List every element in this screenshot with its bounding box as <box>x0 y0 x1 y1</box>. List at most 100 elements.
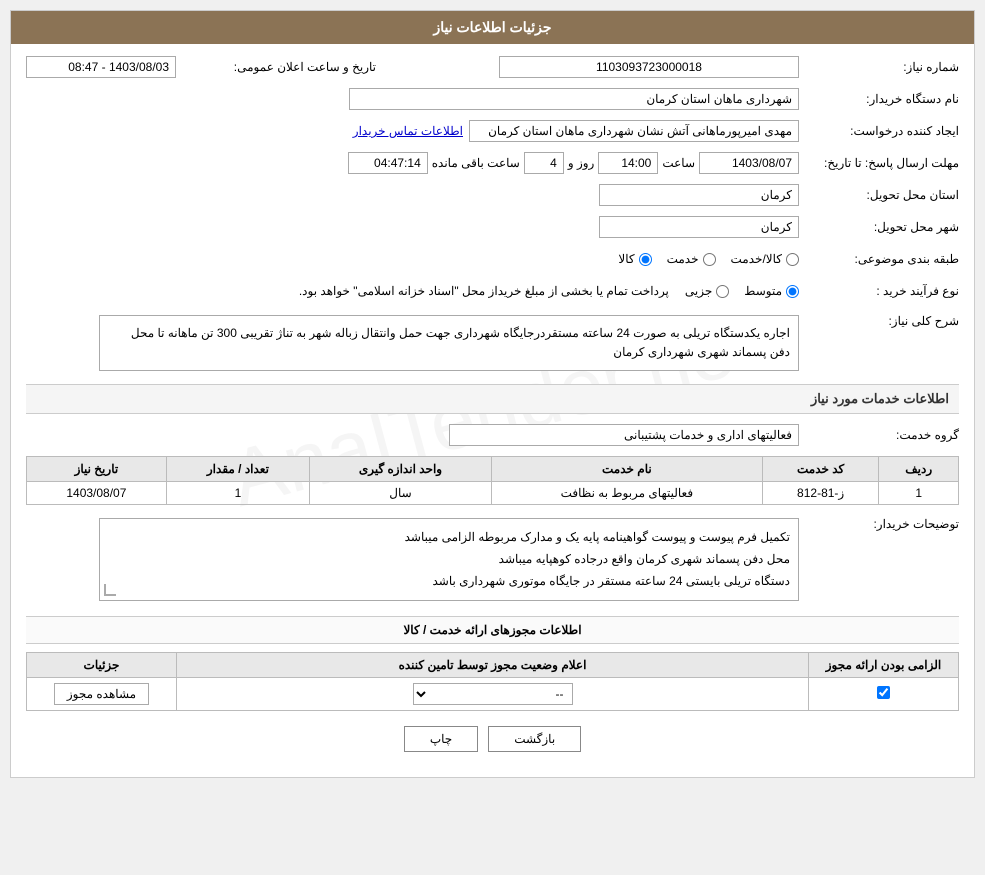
category-row: طبقه بندی موضوعی: کالا/خدمت خدمت کالا <box>26 246 959 272</box>
process-label-partial: جزیی <box>685 284 712 298</box>
service-group-row: گروه خدمت: <box>26 422 959 448</box>
category-value-cell: کالا/خدمت خدمت کالا <box>26 252 799 266</box>
announce-input[interactable] <box>26 56 176 78</box>
deadline-days-label: روز و <box>568 156 595 170</box>
process-label: نوع فرآیند خرید : <box>799 284 959 298</box>
category-option-goods: کالا <box>618 252 651 266</box>
col-row-num: ردیف <box>879 457 959 482</box>
province-input[interactable] <box>599 184 799 206</box>
permits-mandatory-checkbox[interactable] <box>877 686 890 699</box>
permits-table: الزامی بودن ارائه مجوز اعلام وضعیت مجوز … <box>26 652 959 711</box>
bottom-buttons: بازگشت چاپ <box>26 711 959 767</box>
process-value-cell: متوسط جزیی پرداخت تمام یا بخشی از مبلغ خ… <box>26 284 799 298</box>
announce-value-cell <box>26 56 176 78</box>
need-number-input[interactable] <box>499 56 799 78</box>
category-label: طبقه بندی موضوعی: <box>799 252 959 266</box>
description-text: اجاره یکدستگاه تریلی به صورت 24 ساعته مس… <box>131 326 790 359</box>
need-number-value-cell <box>376 56 799 78</box>
permits-details-cell: مشاهده مجوز <box>27 678 177 711</box>
buyer-name-row: نام دستگاه خریدار: <box>26 86 959 112</box>
cell-row-num: 1 <box>879 482 959 505</box>
province-row: استان محل تحویل: <box>26 182 959 208</box>
process-label-medium: متوسط <box>744 284 782 298</box>
need-number-label: شماره نیاز: <box>799 60 959 74</box>
buyer-notes-text: تکمیل فرم پیوست و پیوست گواهینامه پایه ی… <box>405 530 790 587</box>
countdown-input[interactable] <box>348 152 428 174</box>
permits-col-mandatory: الزامی بودن ارائه مجوز <box>809 653 959 678</box>
process-note: پرداخت تمام یا بخشی از مبلغ خریداز محل "… <box>299 284 669 298</box>
permits-status-select[interactable]: -- <box>413 683 573 705</box>
services-table: ردیف کد خدمت نام خدمت واحد اندازه گیری ت… <box>26 456 959 505</box>
creator-row: ایجاد کننده درخواست: اطلاعات تماس خریدار <box>26 118 959 144</box>
page-wrapper: جزئیات اطلاعات نیاز AnaITender.net شماره… <box>0 0 985 875</box>
page-header: جزئیات اطلاعات نیاز <box>11 11 974 44</box>
deadline-value-cell: ساعت روز و ساعت باقی مانده <box>26 152 799 174</box>
col-quantity: تعداد / مقدار <box>166 457 309 482</box>
city-row: شهر محل تحویل: <box>26 214 959 240</box>
permits-col-details: جزئیات <box>27 653 177 678</box>
city-input[interactable] <box>599 216 799 238</box>
cell-service-name: فعالیتهای مربوط به نظافت <box>491 482 762 505</box>
category-label-goods-service: کالا/خدمت <box>731 252 782 266</box>
view-permit-button[interactable]: مشاهده مجوز <box>54 683 149 705</box>
process-radio-medium[interactable] <box>786 285 799 298</box>
service-group-value-cell <box>26 424 799 446</box>
buyer-name-input[interactable] <box>349 88 799 110</box>
buyer-name-label: نام دستگاه خریدار: <box>799 92 959 106</box>
col-need-date: تاریخ نیاز <box>27 457 167 482</box>
process-radio-partial[interactable] <box>716 285 729 298</box>
buyer-notes-row: توضیحات خریدار: تکمیل فرم پیوست و پیوست … <box>26 513 959 606</box>
permits-title: اطلاعات مجوزهای ارائه خدمت / کالا <box>26 616 959 644</box>
print-button[interactable]: چاپ <box>404 726 478 752</box>
deadline-row: مهلت ارسال پاسخ: تا تاریخ: ساعت روز و سا… <box>26 150 959 176</box>
contact-link[interactable]: اطلاعات تماس خریدار <box>353 124 463 138</box>
category-option-goods-service: کالا/خدمت <box>731 252 799 266</box>
process-radio-group: متوسط جزیی <box>685 284 799 298</box>
content-area: AnaITender.net شماره نیاز: تاریخ و ساعت … <box>11 44 974 777</box>
buyer-notes-box: تکمیل فرم پیوست و پیوست گواهینامه پایه ی… <box>99 518 799 601</box>
cell-service-code: ز-81-812 <box>762 482 879 505</box>
back-button[interactable]: بازگشت <box>488 726 581 752</box>
service-group-input[interactable] <box>449 424 799 446</box>
creator-label: ایجاد کننده درخواست: <box>799 124 959 138</box>
description-value-cell: اجاره یکدستگاه تریلی به صورت 24 ساعته مس… <box>26 310 799 376</box>
announce-label: تاریخ و ساعت اعلان عمومی: <box>176 60 376 74</box>
category-label-service: خدمت <box>667 252 699 266</box>
cell-need-date: 1403/08/07 <box>27 482 167 505</box>
category-radio-service[interactable] <box>703 253 716 266</box>
page-title: جزئیات اطلاعات نیاز <box>433 19 551 35</box>
description-label: شرح کلی نیاز: <box>799 310 959 328</box>
info-section: شماره نیاز: تاریخ و ساعت اعلان عمومی: نا… <box>26 54 959 767</box>
permits-mandatory-cell <box>809 678 959 711</box>
creator-input[interactable] <box>469 120 799 142</box>
process-row: نوع فرآیند خرید : متوسط جزیی <box>26 278 959 304</box>
province-value-cell <box>26 184 799 206</box>
buyer-notes-label: توضیحات خریدار: <box>799 513 959 531</box>
col-service-name: نام خدمت <box>491 457 762 482</box>
cell-unit: سال <box>310 482 492 505</box>
need-number-row: شماره نیاز: تاریخ و ساعت اعلان عمومی: <box>26 54 959 80</box>
category-radio-goods-service[interactable] <box>786 253 799 266</box>
deadline-days-input[interactable] <box>524 152 564 174</box>
col-service-code: کد خدمت <box>762 457 879 482</box>
category-radio-goods[interactable] <box>639 253 652 266</box>
deadline-label: مهلت ارسال پاسخ: تا تاریخ: <box>799 156 959 170</box>
permits-status-cell: -- <box>177 678 809 711</box>
cell-quantity: 1 <box>166 482 309 505</box>
process-option-partial: جزیی <box>685 284 729 298</box>
main-container: جزئیات اطلاعات نیاز AnaITender.net شماره… <box>10 10 975 778</box>
description-row: شرح کلی نیاز: اجاره یکدستگاه تریلی به صو… <box>26 310 959 376</box>
province-label: استان محل تحویل: <box>799 188 959 202</box>
buyer-name-value-cell <box>26 88 799 110</box>
services-section-title: اطلاعات خدمات مورد نیاز <box>26 384 959 414</box>
deadline-time-input[interactable] <box>598 152 658 174</box>
table-row: -- مشاهده مجوز <box>27 678 959 711</box>
col-unit: واحد اندازه گیری <box>310 457 492 482</box>
city-label: شهر محل تحویل: <box>799 220 959 234</box>
countdown-label: ساعت باقی مانده <box>432 156 520 170</box>
service-group-label: گروه خدمت: <box>799 428 959 442</box>
deadline-date-input[interactable] <box>699 152 799 174</box>
description-box: اجاره یکدستگاه تریلی به صورت 24 ساعته مس… <box>99 315 799 371</box>
table-row: 1 ز-81-812 فعالیتهای مربوط به نظافت سال … <box>27 482 959 505</box>
category-label-goods: کالا <box>618 252 634 266</box>
